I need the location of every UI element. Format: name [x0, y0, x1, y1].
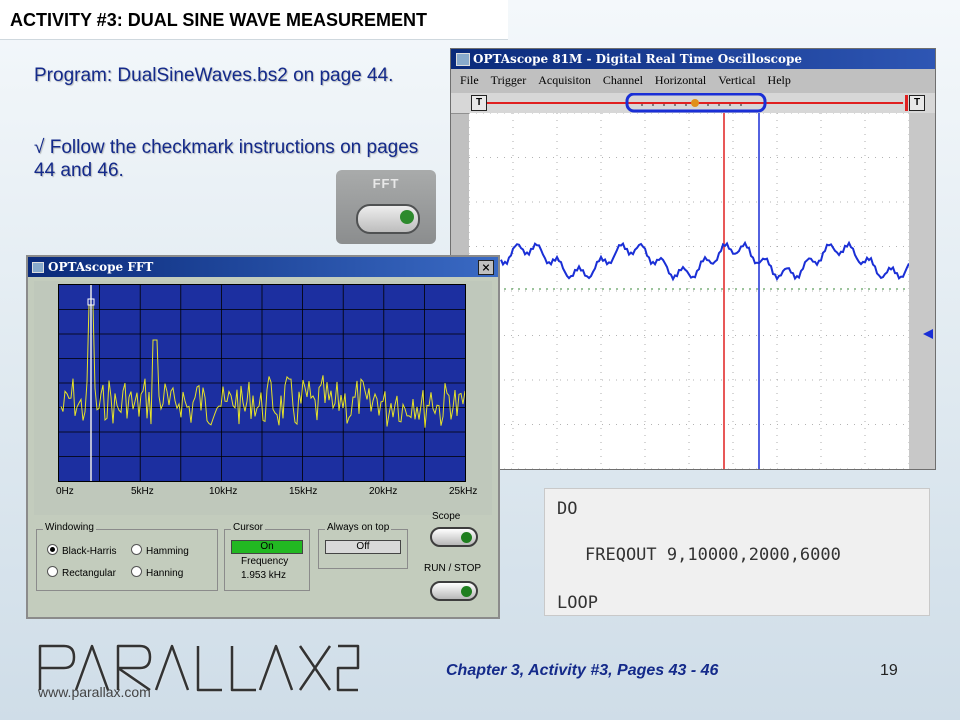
x-tick-0hz: 0Hz [56, 486, 74, 497]
fft-button-graphic: FFT [336, 170, 436, 244]
scope-plot-area[interactable] [468, 112, 910, 469]
play-icon [400, 210, 414, 224]
scope-trace-graph [468, 112, 910, 469]
fft-window: OPTAscope FFT × 0Hz 5kHz 10kHz 15kHz 20k… [26, 255, 500, 619]
fft-button-label: FFT [372, 176, 400, 191]
scope-titlebar: OPTAscope 81M - Digital Real Time Oscill… [451, 49, 935, 69]
radio-hamming[interactable]: Hamming [131, 544, 189, 557]
slide-title: ACTIVITY #3: DUAL SINE WAVE MEASUREMENT [0, 0, 508, 40]
always-on-top-toggle[interactable]: Off [325, 540, 401, 554]
scope-title-text: OPTAscope 81M - Digital Real Time Oscill… [473, 52, 803, 66]
menu-channel[interactable]: Channel [603, 73, 643, 87]
oscilloscope-window: OPTAscope 81M - Digital Real Time Oscill… [450, 48, 936, 470]
x-tick-10khz: 10kHz [209, 486, 238, 497]
x-tick-15khz: 15kHz [289, 486, 318, 497]
menu-vertical[interactable]: Vertical [718, 73, 755, 87]
play-icon [461, 586, 472, 597]
radio-rectangular[interactable]: Rectangular [47, 566, 116, 579]
frequency-label: Frequency [241, 556, 289, 567]
scope-button-label: Scope [432, 511, 461, 522]
scope-right-rail [909, 113, 935, 469]
code-line-freqout: FREQOUT 9,10000,2000,6000 [585, 545, 841, 565]
scope-button[interactable] [430, 527, 478, 547]
menu-trigger[interactable]: Trigger [491, 73, 527, 87]
radio-black-harris[interactable]: Black-Harris [47, 544, 116, 557]
x-tick-5khz: 5kHz [131, 486, 154, 497]
fft-titlebar: OPTAscope FFT × [28, 257, 498, 277]
fft-spectrum-graph [59, 285, 466, 481]
windowing-label: Windowing [43, 522, 96, 533]
program-line: Program: DualSineWaves.bs2 on page 44. [34, 65, 394, 86]
windowing-group: Windowing Black-Harris Hamming Rectangul… [36, 522, 218, 591]
radio-hanning[interactable]: Hanning [131, 566, 183, 579]
frequency-value: 1.953 kHz [241, 570, 287, 581]
trigger-window-indicator[interactable] [451, 93, 936, 113]
x-tick-20khz: 20kHz [369, 486, 398, 497]
app-icon [456, 53, 470, 66]
footer-chapter: Chapter 3, Activity #3, Pages 43 - 46 [446, 662, 719, 679]
menu-acquisition[interactable]: Acquisiton [538, 73, 591, 87]
code-line-do: DO [557, 499, 578, 519]
close-icon[interactable]: × [478, 260, 494, 275]
page-number: 19 [880, 662, 898, 679]
scope-menu-bar: File Trigger Acquisiton Channel Horizont… [451, 73, 935, 91]
menu-file[interactable]: File [460, 73, 479, 87]
play-icon [461, 532, 472, 543]
menu-horizontal[interactable]: Horizontal [655, 73, 706, 87]
always-on-top-label: Always on top [325, 522, 392, 533]
menu-help[interactable]: Help [768, 73, 791, 87]
x-tick-25khz: 25kHz [449, 486, 478, 497]
fft-title-text: OPTAscope FFT [48, 260, 154, 274]
logo-url: www.parallax.com [38, 684, 151, 700]
level-marker-icon [923, 329, 933, 339]
app-icon [32, 262, 44, 273]
code-snippet: DO FREQOUT 9,10000,2000,6000 LOOP [544, 488, 930, 616]
fft-plot-area[interactable] [58, 284, 466, 482]
code-line-loop: LOOP [557, 593, 598, 613]
cursor-label: Cursor [231, 522, 266, 533]
always-on-top-group: Always on top Off [318, 522, 408, 569]
cursor-toggle-button[interactable]: On [231, 540, 303, 554]
run-stop-button[interactable] [430, 581, 478, 601]
cursor-group: Cursor On Frequency 1.953 kHz [224, 522, 310, 591]
run-stop-label: RUN / STOP [424, 563, 482, 574]
trigger-bar[interactable]: T T [451, 93, 935, 114]
